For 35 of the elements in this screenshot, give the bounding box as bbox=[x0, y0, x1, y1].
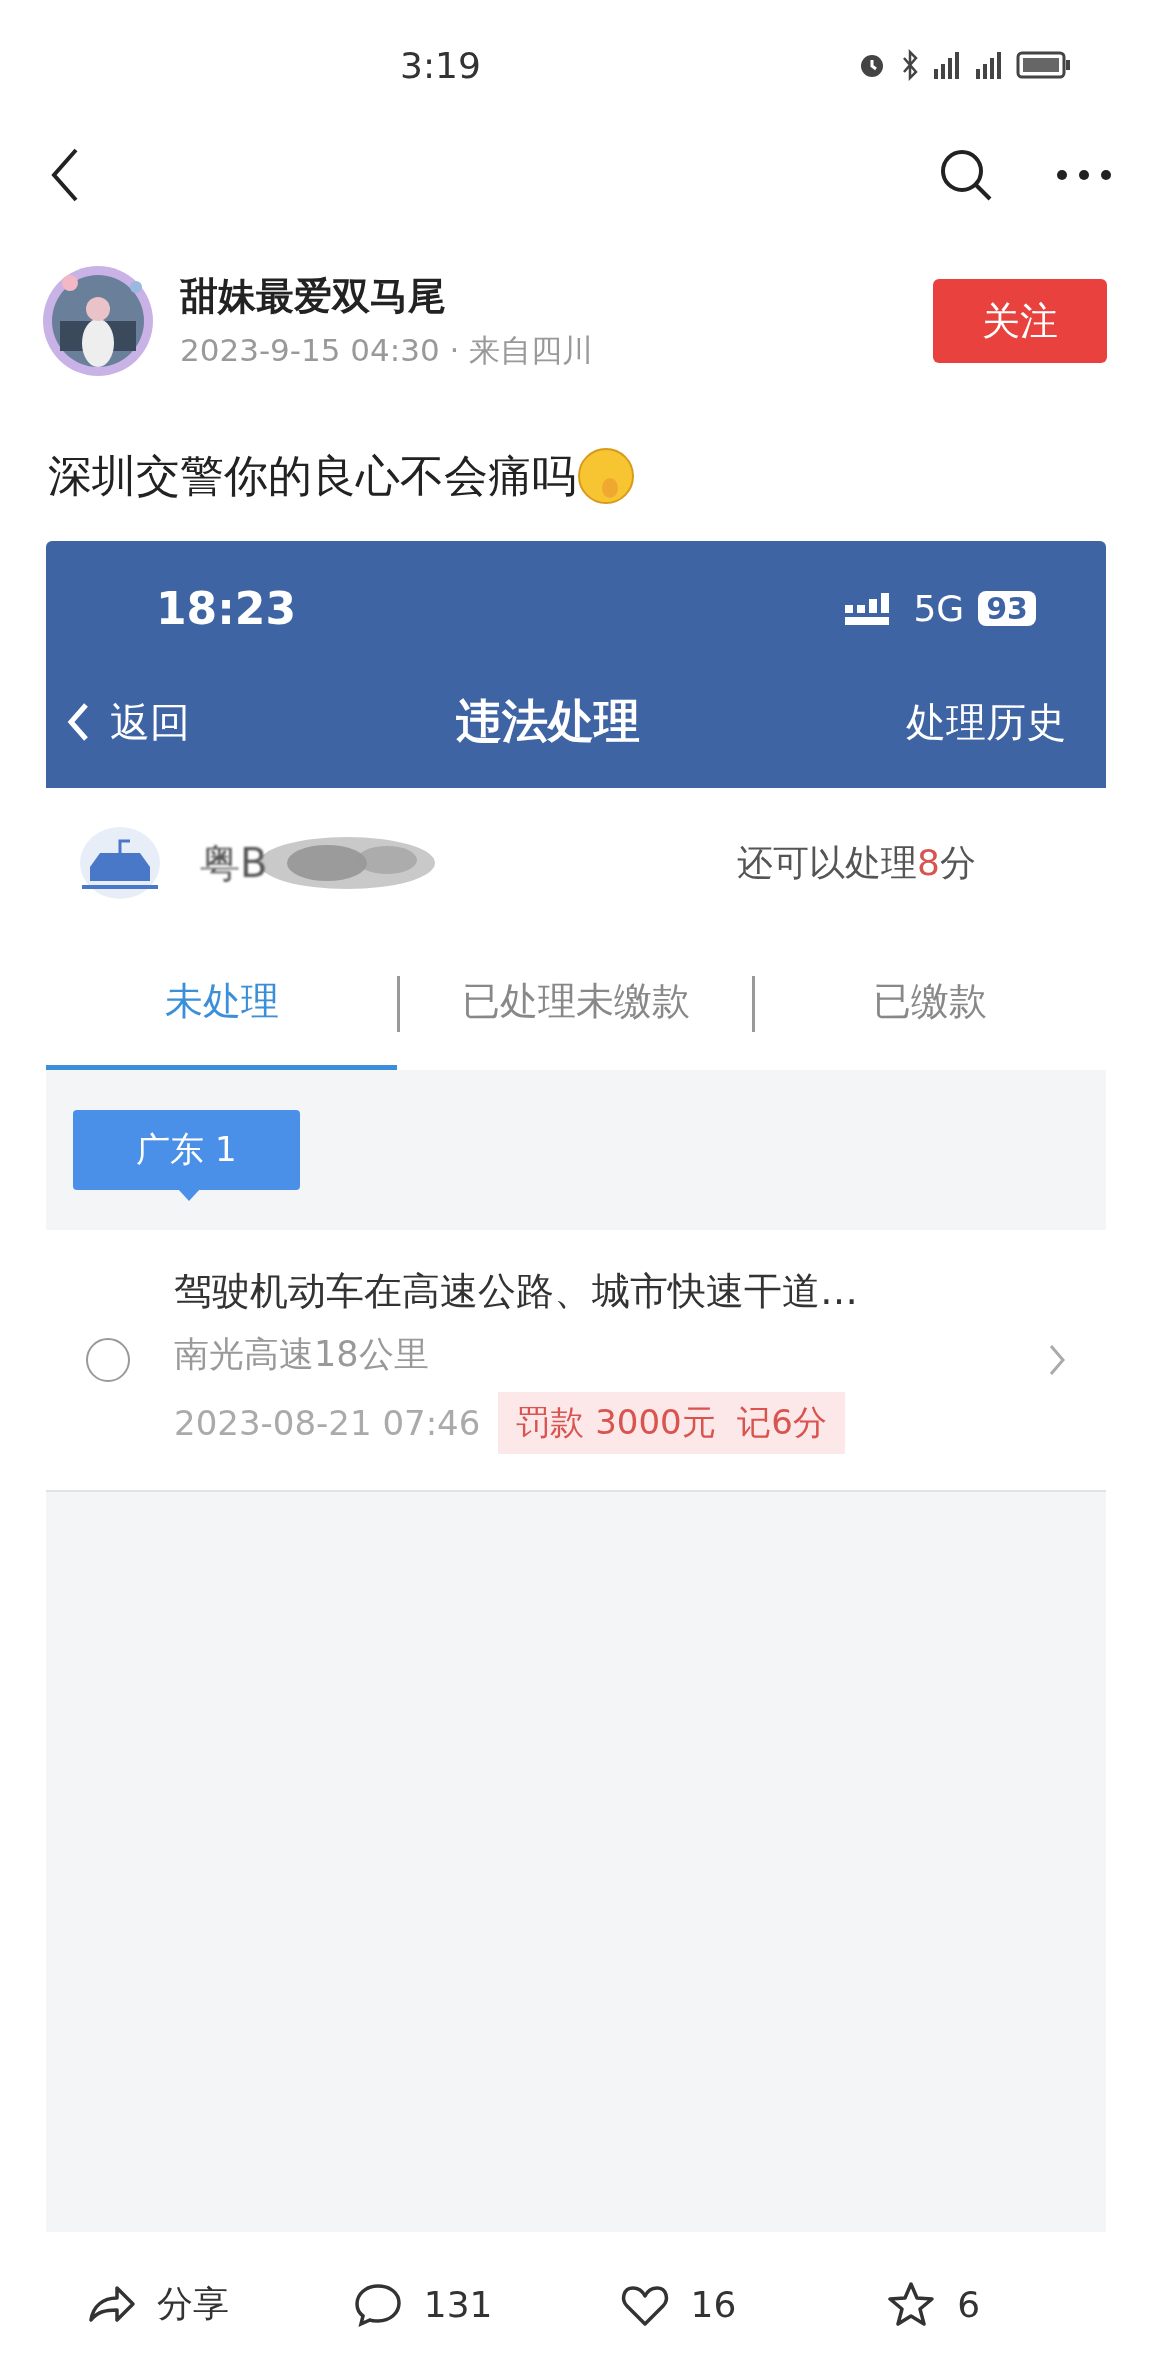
violation-place: 南光高速18公里 bbox=[174, 1333, 430, 1376]
back-icon bbox=[66, 702, 90, 742]
violation-title: 驾驶机动车在高速公路、城市快速干道… bbox=[174, 1268, 859, 1315]
penalty-tag: 罚款 3000元 记6分 bbox=[498, 1392, 845, 1454]
badge-pointer bbox=[178, 1189, 200, 1201]
chevron-icon bbox=[1048, 1343, 1066, 1377]
battery-icon bbox=[1016, 50, 1072, 80]
post-meta: 2023-9-15 04:30 · 来自四川 bbox=[180, 330, 595, 370]
share-button[interactable]: 分享 bbox=[85, 2279, 352, 2329]
battery-level: 93 bbox=[978, 591, 1036, 626]
tab[interactable]: 已处理未缴款 bbox=[400, 938, 752, 1070]
clock-time: 18:23 bbox=[156, 583, 297, 634]
comment-button[interactable]: 131 bbox=[351, 2280, 619, 2328]
violation-item[interactable]: 驾驶机动车在高速公路、城市快速干道… 南光高速18公里 2023-08-21 07:46 罚款 3000元 记6分 bbox=[46, 1230, 1106, 1492]
more-icon[interactable] bbox=[1056, 169, 1112, 181]
back-icon[interactable] bbox=[50, 147, 80, 203]
emoji-icon bbox=[576, 446, 636, 506]
bluetooth-icon bbox=[900, 49, 920, 81]
back-button[interactable]: 返回 bbox=[66, 694, 190, 750]
violation-time: 2023-08-21 07:46 bbox=[174, 1403, 481, 1443]
radio-button[interactable] bbox=[86, 1338, 130, 1382]
signal-icon bbox=[932, 49, 962, 81]
author-name[interactable]: 甜妹最爱双马尾 bbox=[180, 270, 933, 322]
post-text: 深圳交警你的良心不会痛吗 bbox=[48, 448, 576, 503]
network-label: 5G bbox=[913, 588, 965, 629]
tab[interactable]: 已缴款 bbox=[754, 938, 1106, 1070]
points-remaining: 还可以处理8分 bbox=[737, 840, 976, 885]
clock-time: 3:19 bbox=[400, 44, 481, 86]
follow-button[interactable]: 关注 bbox=[933, 279, 1107, 363]
page-title: 违法处理 bbox=[455, 693, 641, 750]
signal-icon bbox=[974, 49, 1004, 81]
history-link[interactable]: 处理历史 bbox=[906, 694, 1066, 750]
star-button[interactable]: 6 bbox=[885, 2280, 1152, 2328]
like-button[interactable]: 16 bbox=[618, 2280, 886, 2328]
plate-number: 粤B bbox=[200, 838, 268, 888]
